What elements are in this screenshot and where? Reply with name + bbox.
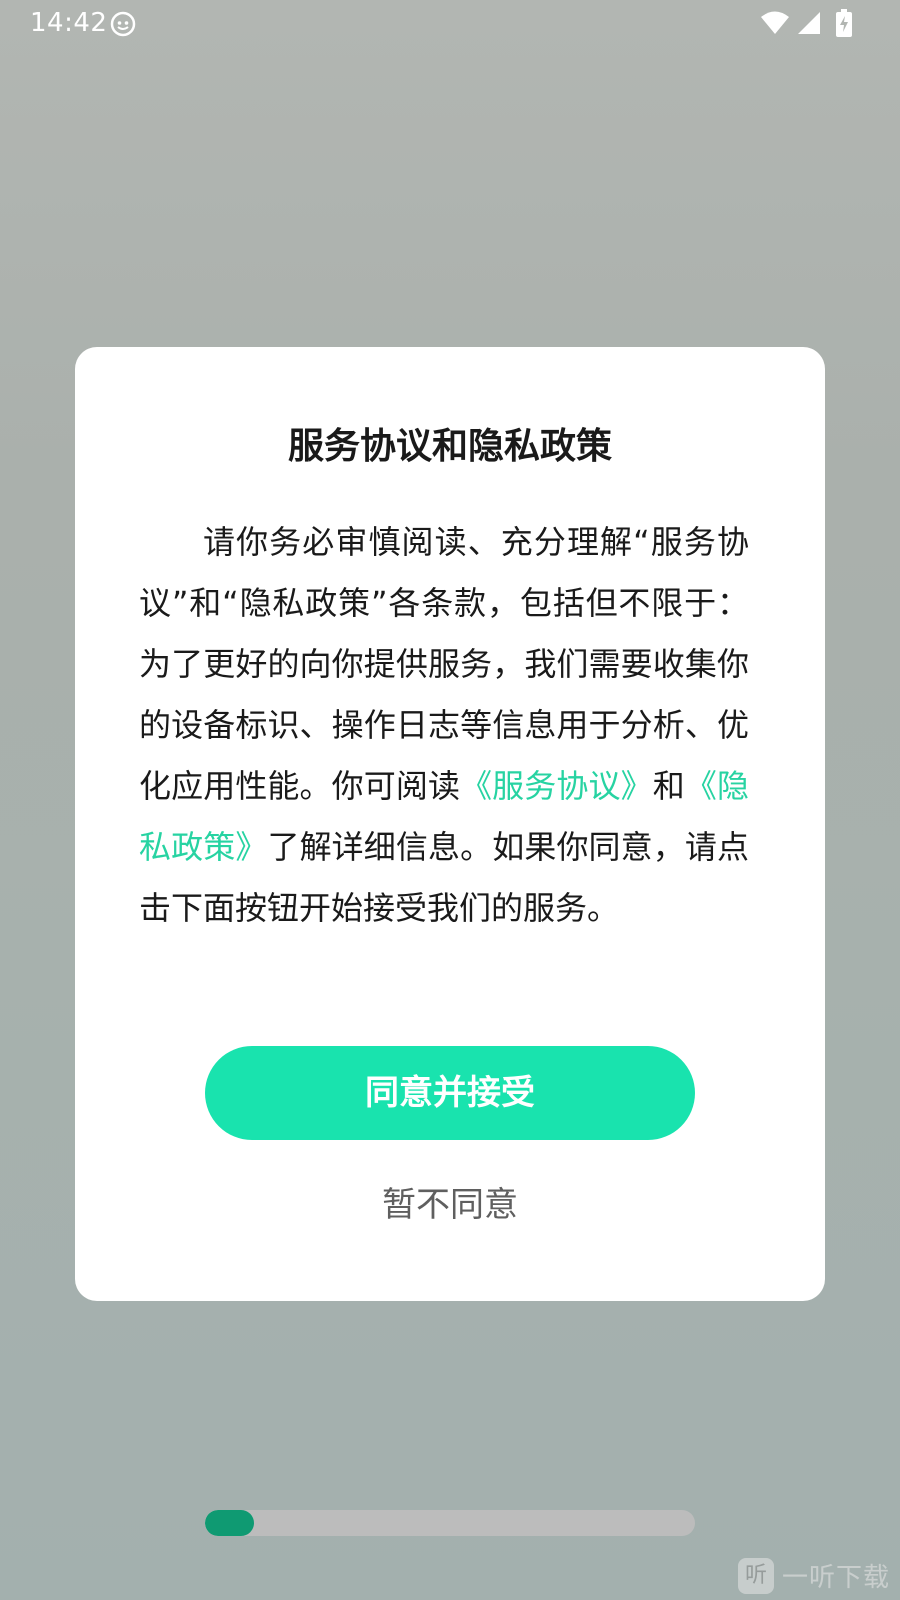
watermark-logo-icon: 听 bbox=[737, 1557, 774, 1594]
status-icons bbox=[760, 9, 852, 37]
loading-progress-bar bbox=[205, 1510, 695, 1536]
status-time: 14:42 bbox=[30, 8, 108, 38]
wifi-icon bbox=[760, 10, 790, 36]
decline-button[interactable]: 暂不同意 bbox=[300, 1175, 600, 1235]
privacy-dialog: 服务协议和隐私政策 请你务必审慎阅读、充分理解“服务协议”和“隐私政策”各条款，… bbox=[75, 347, 825, 1301]
watermark-text: 一听下载 bbox=[781, 1563, 890, 1593]
status-bar: 14:42 bbox=[0, 0, 900, 48]
dialog-body: 请你务必审慎阅读、充分理解“服务协议”和“隐私政策”各条款，包括但不限于：为了更… bbox=[139, 512, 749, 939]
app-notification-icon bbox=[110, 11, 136, 37]
body-intro-text: 请你务必审慎阅读、充分理解“服务协议”和“隐私政策”各条款，包括但不限于：为了更… bbox=[139, 523, 749, 805]
and-text: 和 bbox=[652, 767, 685, 805]
agree-and-accept-button[interactable]: 同意并接受 bbox=[205, 1046, 695, 1140]
dialog-title: 服务协议和隐私政策 bbox=[287, 426, 612, 467]
service-agreement-link[interactable]: 《服务协议》 bbox=[460, 767, 653, 805]
watermark: 听 一听下载 bbox=[737, 1557, 890, 1594]
cellular-signal-icon bbox=[796, 10, 822, 36]
loading-progress-fill bbox=[205, 1510, 254, 1536]
battery-charging-icon bbox=[836, 9, 852, 37]
